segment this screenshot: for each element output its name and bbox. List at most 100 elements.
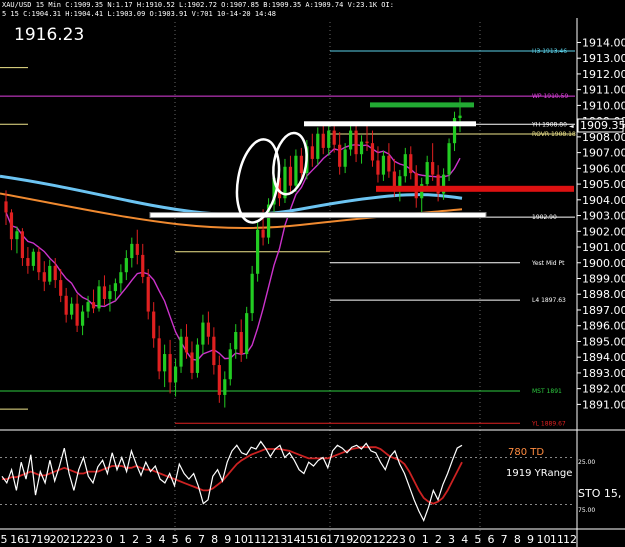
candle-body bbox=[97, 286, 101, 309]
candle-body bbox=[458, 115, 462, 118]
candle-body bbox=[332, 130, 336, 145]
y-tick-label: 1911.00 bbox=[582, 84, 625, 97]
candle-body bbox=[157, 338, 161, 372]
x-tick-label: 16 bbox=[313, 533, 327, 546]
candle-body bbox=[359, 141, 364, 155]
candle-body bbox=[414, 173, 418, 199]
x-tick-label: 6 bbox=[185, 533, 192, 546]
y-tick-label: 1903.00 bbox=[582, 210, 625, 223]
candle-body bbox=[201, 322, 205, 345]
x-tick-label: 14 bbox=[287, 533, 301, 546]
candle-body bbox=[86, 302, 90, 312]
y-tick-label: 1905.00 bbox=[582, 178, 625, 191]
x-tick-label: 19 bbox=[339, 533, 353, 546]
x-tick-label: 4 bbox=[158, 533, 165, 546]
x-tick-label: 2 bbox=[435, 533, 442, 546]
candle-body bbox=[59, 280, 63, 296]
candle-body bbox=[376, 160, 380, 175]
yrange-label: 1919 YRange bbox=[506, 468, 572, 479]
x-tick-label: 19 bbox=[36, 533, 50, 546]
level-label: YL 1889.67 bbox=[531, 420, 566, 427]
level-label: WP 1910.59 bbox=[532, 93, 568, 100]
x-tick-label: 16 bbox=[10, 533, 24, 546]
y-tick-label: 1902.00 bbox=[582, 225, 625, 238]
candle-body bbox=[327, 130, 331, 148]
x-tick-label: 5 bbox=[474, 533, 481, 546]
candle-body bbox=[152, 311, 156, 339]
x-tick-label: 17 bbox=[326, 533, 340, 546]
level-label: MST 1891 bbox=[532, 388, 562, 395]
y-tick-label: 1904.00 bbox=[582, 194, 625, 207]
candle-body bbox=[354, 130, 358, 155]
resistance-bar bbox=[304, 121, 476, 127]
candle-body bbox=[141, 254, 145, 277]
candle-body bbox=[250, 273, 254, 314]
x-tick-label: 5 bbox=[1, 533, 8, 546]
y-tick-label: 1895.00 bbox=[582, 335, 625, 348]
x-tick-label: 3 bbox=[145, 533, 152, 546]
candle-body bbox=[288, 166, 293, 186]
candle-body bbox=[4, 201, 8, 213]
level-label: 1902.90 bbox=[532, 214, 557, 221]
x-tick-label: 11 bbox=[247, 533, 261, 546]
x-tick-label: 21 bbox=[366, 533, 380, 546]
x-tick-label: 20 bbox=[50, 533, 64, 546]
osc-level-75: 75.00 bbox=[578, 507, 595, 514]
y-tick-label: 1914.00 bbox=[582, 36, 625, 49]
current-price-arrow-icon: ◄ bbox=[569, 123, 574, 130]
y-tick-label: 1892.00 bbox=[582, 383, 625, 396]
candle-body bbox=[184, 336, 189, 353]
y-tick-label: 1899.00 bbox=[582, 273, 625, 286]
x-tick-label: 0 bbox=[409, 533, 416, 546]
y-tick-label: 1901.00 bbox=[582, 241, 625, 254]
level-label: ROVR 1908.18 bbox=[532, 131, 576, 138]
candle-body bbox=[168, 354, 172, 383]
x-tick-label: 1 bbox=[422, 533, 429, 546]
candle-body bbox=[447, 143, 451, 175]
green-zone-bar bbox=[370, 102, 474, 108]
level-label: H3 1913.46 bbox=[532, 48, 567, 55]
candle-body bbox=[31, 251, 35, 266]
candle-body bbox=[113, 283, 117, 292]
header-line-1: XAU/USD 15 Min C:1909.35 N:1.17 H:1910.5… bbox=[2, 1, 394, 9]
y-tick-label: 1907.00 bbox=[582, 147, 625, 160]
x-tick-label: 6 bbox=[488, 533, 495, 546]
x-tick-label: 12 bbox=[260, 533, 274, 546]
level-label: YH 1908.80 bbox=[531, 121, 567, 128]
y-tick-label: 1891.00 bbox=[582, 398, 625, 411]
x-tick-label: 23 bbox=[89, 533, 103, 546]
level-label: L4 1897.63 bbox=[532, 297, 566, 304]
candle-body bbox=[294, 155, 298, 186]
x-tick-label: 2 bbox=[132, 533, 139, 546]
candle-body bbox=[381, 155, 386, 175]
candle-body bbox=[425, 162, 429, 185]
candle-body bbox=[135, 243, 139, 255]
price-chart: XAU/USD 15 Min C:1909.35 N:1.17 H:1910.5… bbox=[0, 0, 625, 547]
candle-body bbox=[119, 272, 123, 284]
candle-body bbox=[108, 291, 112, 299]
x-tick-label: 12 bbox=[563, 533, 577, 546]
candle-body bbox=[343, 149, 347, 167]
x-tick-label: 22 bbox=[76, 533, 90, 546]
time-axis-labels: 5 16 17 19 20 21 22 23 0 1 2 3 4 5 6 7 8 9 10 11 12 13 14 15 16 1… bbox=[1, 533, 578, 546]
y-tick-label: 1893.00 bbox=[582, 367, 625, 380]
candle-body bbox=[124, 258, 128, 273]
x-tick-label: 13 bbox=[273, 533, 287, 546]
x-tick-label: 7 bbox=[501, 533, 508, 546]
candle-body bbox=[146, 276, 150, 312]
candle-body bbox=[349, 130, 353, 150]
x-tick-label: 23 bbox=[392, 533, 406, 546]
candle-body bbox=[431, 162, 435, 175]
x-tick-label: 8 bbox=[211, 533, 218, 546]
candle-body bbox=[217, 365, 221, 395]
candle-body bbox=[173, 366, 178, 383]
x-tick-label: 4 bbox=[461, 533, 468, 546]
candle-body bbox=[20, 231, 25, 259]
current-price-value: 1909.35 bbox=[580, 119, 625, 132]
x-tick-label: 20 bbox=[352, 533, 366, 546]
candle-body bbox=[409, 154, 413, 174]
candle-body bbox=[261, 229, 265, 238]
candle-body bbox=[64, 295, 68, 315]
osc-level-25: 25.00 bbox=[578, 459, 595, 466]
candle-body bbox=[26, 258, 30, 266]
